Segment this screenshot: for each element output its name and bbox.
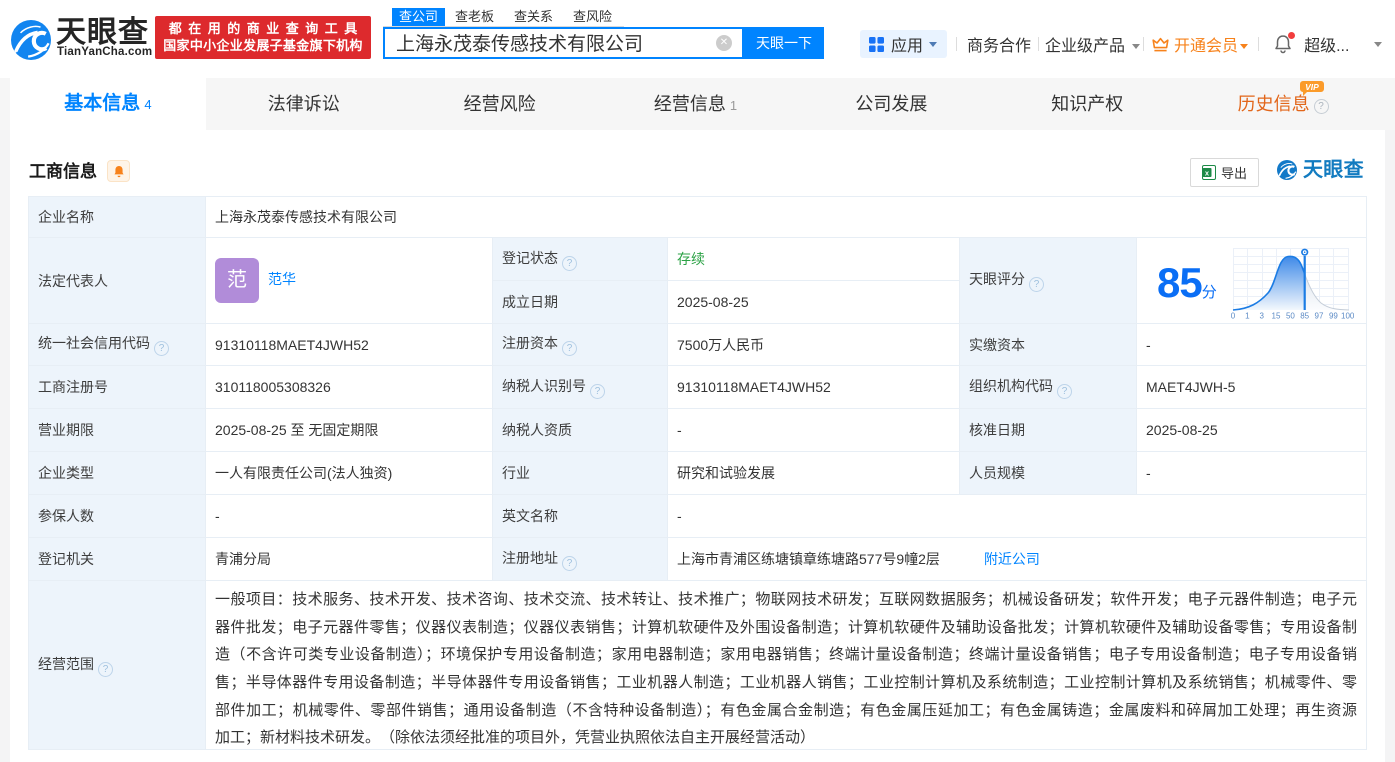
svg-text:50: 50 — [1286, 312, 1295, 321]
svg-text:97: 97 — [1314, 312, 1323, 321]
svg-text:VIP: VIP — [1305, 82, 1319, 92]
svg-text:1: 1 — [1245, 312, 1250, 321]
svg-text:100: 100 — [1341, 312, 1355, 321]
svg-text:3: 3 — [1259, 312, 1264, 321]
svg-text:15: 15 — [1271, 312, 1280, 321]
svg-text:0: 0 — [1231, 312, 1236, 321]
svg-text:99: 99 — [1329, 312, 1338, 321]
svg-text:85: 85 — [1300, 312, 1309, 321]
